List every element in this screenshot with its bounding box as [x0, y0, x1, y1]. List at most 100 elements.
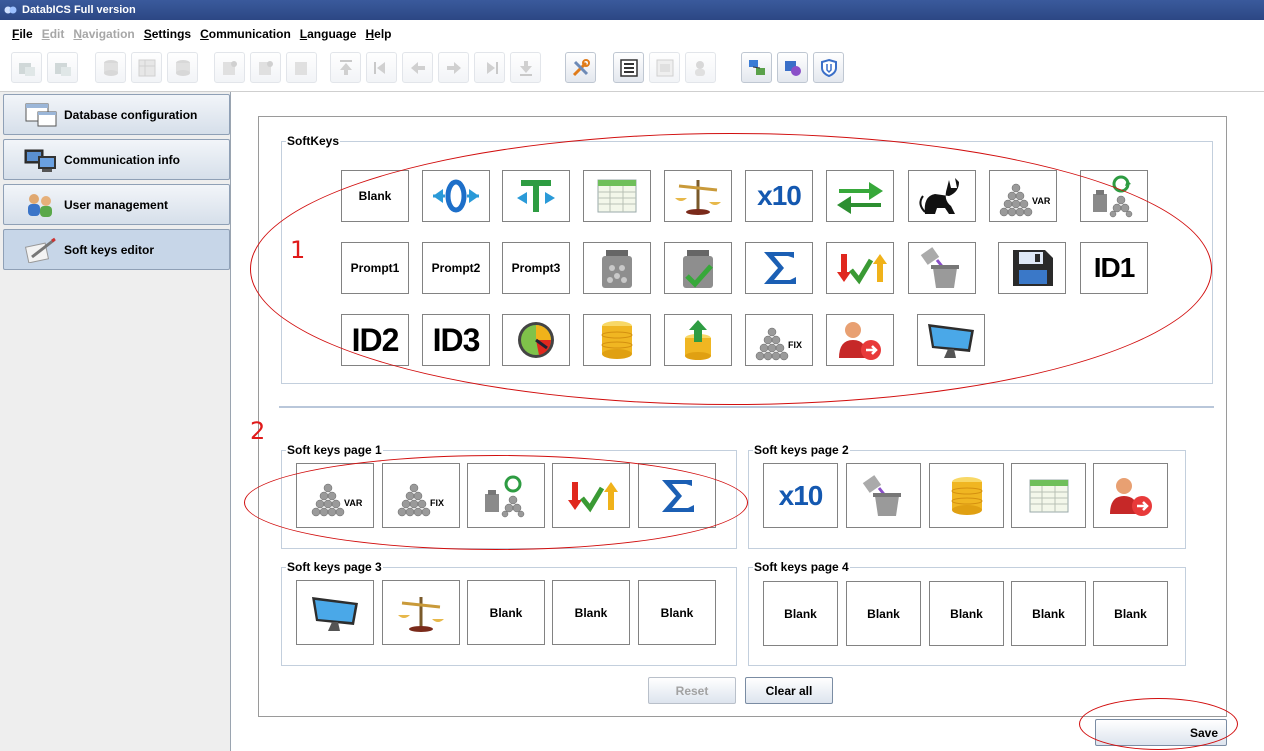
toolbar-next-page-button[interactable]: [474, 52, 505, 83]
page3-slot-3[interactable]: Blank: [467, 580, 545, 645]
user-logout-icon: [839, 322, 881, 360]
database-icon: [175, 59, 190, 76]
softkey-blank[interactable]: Blank: [341, 170, 409, 222]
toolbar-sync-button[interactable]: [777, 52, 808, 83]
toolbar-open-db-button[interactable]: [47, 52, 78, 83]
toolbar-form-disabled-button[interactable]: [649, 52, 680, 83]
page3-slot-1[interactable]: [296, 580, 374, 645]
softkey-prompt3[interactable]: Prompt3: [502, 242, 570, 294]
softkey-logout[interactable]: [826, 314, 894, 366]
page3-slot-2[interactable]: [382, 580, 460, 645]
section-divider: [279, 406, 1214, 408]
page4-slot-3[interactable]: Blank: [929, 581, 1004, 646]
page4-slot-1[interactable]: Blank: [763, 581, 838, 646]
softkey-gauge[interactable]: [502, 314, 570, 366]
toolbar-db-add-button[interactable]: [95, 52, 126, 83]
sidebar-item-communication-info[interactable]: Communication info: [3, 139, 230, 180]
record-icon: [222, 60, 237, 75]
page2-slot-4[interactable]: [1011, 463, 1086, 528]
page-4-legend: Soft keys page 4: [754, 560, 849, 574]
page-2-legend: Soft keys page 2: [754, 443, 849, 457]
softkey-count-var[interactable]: VAR: [989, 170, 1057, 222]
softkey-prompt2[interactable]: Prompt2: [422, 242, 490, 294]
softkey-save-disk[interactable]: [998, 242, 1066, 294]
sidebar-item-label: Soft keys editor: [64, 242, 155, 257]
toolbar-form-button[interactable]: [613, 52, 644, 83]
sidebar-item-database-configuration[interactable]: Database configuration: [3, 94, 230, 135]
softkey-zero[interactable]: [422, 170, 490, 222]
var-label: VAR: [344, 498, 362, 508]
page4-slot-4[interactable]: Blank: [1011, 581, 1086, 646]
menu-help[interactable]: Help: [365, 27, 391, 41]
page3-slot-5[interactable]: Blank: [638, 580, 716, 645]
toolbar-record-add-button[interactable]: [214, 52, 245, 83]
page1-slot-5[interactable]: [638, 463, 716, 528]
toolbar-first-button[interactable]: [330, 52, 361, 83]
page4-slot-5[interactable]: Blank: [1093, 581, 1168, 646]
toolbar-security-button[interactable]: [813, 52, 844, 83]
toolbar-prev-page-button[interactable]: [366, 52, 397, 83]
page1-slot-4[interactable]: [552, 463, 630, 528]
softkey-sum[interactable]: [745, 242, 813, 294]
page1-slot-3[interactable]: [467, 463, 545, 528]
softkey-x10[interactable]: x10: [745, 170, 813, 222]
softkey-id2[interactable]: ID2: [341, 314, 409, 366]
softkey-id3[interactable]: ID3: [422, 314, 490, 366]
toolbar-record-delete-button[interactable]: [286, 52, 317, 83]
toolbar-record-edit-button[interactable]: [250, 52, 281, 83]
softkey-id1[interactable]: ID1: [1080, 242, 1148, 294]
menu-file[interactable]: File: [12, 27, 33, 41]
clear-all-button[interactable]: Clear all: [745, 677, 833, 704]
save-button[interactable]: Save: [1095, 719, 1227, 746]
annotation-number-2: 2: [250, 417, 266, 445]
weights-var-icon: VAR: [311, 483, 362, 516]
page2-slot-3[interactable]: [929, 463, 1004, 528]
toolbar-tools-button[interactable]: [565, 52, 596, 83]
softkey-weight-check[interactable]: [664, 242, 732, 294]
softkey-weight[interactable]: [583, 242, 651, 294]
toolbar-table-button[interactable]: [131, 52, 162, 83]
page4-slot-2[interactable]: Blank: [846, 581, 921, 646]
table-icon: [138, 59, 155, 76]
softkey-prompt1[interactable]: Prompt1: [341, 242, 409, 294]
last-icon: [519, 60, 532, 76]
softkey-tare[interactable]: [502, 170, 570, 222]
tools-icon: [572, 58, 590, 76]
softkey-database[interactable]: [583, 314, 651, 366]
page2-slot-2[interactable]: [846, 463, 921, 528]
menu-navigation[interactable]: Navigation: [73, 27, 134, 41]
sync-icon: [784, 60, 801, 76]
softkey-database-upload[interactable]: [664, 314, 732, 366]
softkey-count-fix[interactable]: FIX: [745, 314, 813, 366]
page3-slot-4[interactable]: Blank: [552, 580, 630, 645]
page2-slot-5[interactable]: [1093, 463, 1168, 528]
check-limits-icon: [568, 481, 618, 512]
softkey-display[interactable]: [917, 314, 985, 366]
menu-settings[interactable]: Settings: [144, 27, 191, 41]
page1-slot-2[interactable]: FIX: [382, 463, 460, 528]
softkey-balance[interactable]: [664, 170, 732, 222]
softkey-table[interactable]: [583, 170, 651, 222]
toolbar-new-db-button[interactable]: [11, 52, 42, 83]
softkey-checkweigh[interactable]: [826, 242, 894, 294]
toolbar-network-button[interactable]: [741, 52, 772, 83]
softkey-recount[interactable]: [1080, 170, 1148, 222]
toolbar-last-button[interactable]: [510, 52, 541, 83]
menu-language[interactable]: Language: [300, 27, 357, 41]
toolbar-user-search-button[interactable]: [685, 52, 716, 83]
toolbar-db-edit-button[interactable]: [167, 52, 198, 83]
toolbar-prev-button[interactable]: [402, 52, 433, 83]
softkey-cat[interactable]: [908, 170, 976, 222]
softkey-swap[interactable]: [826, 170, 894, 222]
page1-slot-1[interactable]: VAR: [296, 463, 374, 528]
db-window-icon: [54, 62, 71, 76]
reset-button[interactable]: Reset: [648, 677, 736, 704]
sidebar-item-soft-keys-editor[interactable]: Soft keys editor: [3, 229, 230, 270]
softkey-clear-memory[interactable]: [908, 242, 976, 294]
sidebar-item-user-management[interactable]: User management: [3, 184, 230, 225]
cat-icon: [919, 178, 959, 214]
menu-communication[interactable]: Communication: [200, 27, 291, 41]
page2-slot-1[interactable]: x10: [763, 463, 838, 528]
menu-edit[interactable]: Edit: [42, 27, 65, 41]
toolbar-next-button[interactable]: [438, 52, 469, 83]
